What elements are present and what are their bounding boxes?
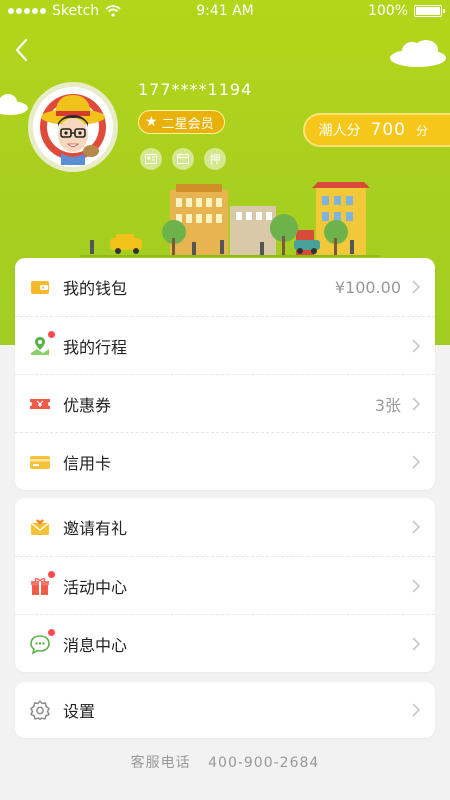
points-label: 潮人分: [318, 123, 361, 139]
star-icon: ★: [145, 114, 158, 130]
chevron-right-icon: [412, 520, 421, 534]
menu-item-label: 优惠券: [63, 395, 112, 415]
menu-item-label: 活动中心: [63, 577, 128, 597]
id-card-icon[interactable]: [140, 148, 162, 170]
notification-dot: [48, 570, 55, 578]
menu-item-label: 消息中心: [63, 635, 128, 655]
back-arrow-icon[interactable]: [10, 36, 34, 64]
menu-item-label: 我的行程: [63, 337, 128, 357]
coupon-count: 3张: [374, 395, 401, 415]
wallet-balance: ¥100.00: [334, 277, 401, 297]
deposit-icon-text: 押: [209, 153, 221, 166]
map-pin-icon: [29, 330, 55, 357]
menu-item-messages[interactable]: 消息中心: [15, 614, 435, 672]
points-unit: 分: [415, 123, 428, 138]
phone-number: 177****1194: [138, 80, 253, 99]
customer-service[interactable]: 客服电话 400-900-2684: [0, 752, 450, 772]
chevron-right-icon: [412, 703, 421, 717]
chat-bubble-icon: [29, 628, 55, 655]
verification-icons: 押: [140, 148, 226, 170]
member-level-badge[interactable]: ★ 二星会员: [138, 110, 225, 134]
battery-percent: 100%: [367, 3, 408, 19]
menu-item-credit-card[interactable]: 信用卡: [15, 432, 435, 490]
battery-icon: [414, 5, 445, 17]
menu-item-coupons[interactable]: 优惠券 3张: [15, 374, 435, 432]
menu-item-invite[interactable]: 邀请有礼: [15, 498, 435, 556]
notification-dot: [48, 628, 55, 636]
member-level-label: 二星会员: [161, 116, 214, 132]
credit-card-icon: [29, 451, 51, 473]
points-badge[interactable]: 潮人分 700 分: [302, 113, 450, 147]
menu-item-settings[interactable]: 设置: [15, 682, 435, 738]
menu-item-trips[interactable]: 我的行程: [15, 316, 435, 374]
menu-item-events[interactable]: 活动中心: [15, 556, 435, 614]
chevron-right-icon: [412, 454, 421, 469]
chevron-right-icon: [412, 396, 421, 411]
chevron-right-icon: [412, 280, 421, 294]
chevron-right-icon: [412, 578, 421, 593]
envelope-heart-icon: [29, 516, 51, 538]
gear-icon: [29, 699, 51, 721]
customer-service-phone[interactable]: 400-900-2684: [208, 755, 319, 771]
menu-group-settings: 设置: [15, 682, 435, 738]
avatar-illustration: [33, 87, 113, 167]
notification-dot: [48, 330, 55, 338]
card-icon[interactable]: [172, 148, 194, 170]
menu-group-activities: 邀请有礼 活动中心 消息中心: [15, 498, 435, 672]
menu-item-label: 邀请有礼: [63, 519, 128, 538]
customer-service-label: 客服电话: [130, 755, 191, 771]
ticket-icon: [29, 393, 51, 415]
cloud-decoration: [0, 94, 28, 115]
gift-icon: [29, 570, 55, 597]
menu-item-label: 设置: [63, 702, 96, 721]
points-value: 700: [370, 120, 406, 140]
chevron-right-icon: [412, 636, 421, 651]
avatar[interactable]: [28, 82, 118, 172]
chevron-right-icon: [412, 338, 421, 353]
wallet-icon: [29, 276, 51, 298]
menu-group-account: 我的钱包 ¥100.00 我的行程 优惠券 3张 信用卡: [15, 258, 435, 490]
city-illustration: [80, 182, 380, 257]
menu-item-wallet[interactable]: 我的钱包 ¥100.00: [15, 258, 435, 316]
status-bar: Sketch 9:41 AM 100%: [0, 0, 450, 24]
menu-item-label: 信用卡: [63, 453, 112, 473]
deposit-icon[interactable]: 押: [204, 148, 226, 170]
menu-item-label: 我的钱包: [63, 279, 128, 298]
cloud-decoration: [390, 40, 446, 67]
